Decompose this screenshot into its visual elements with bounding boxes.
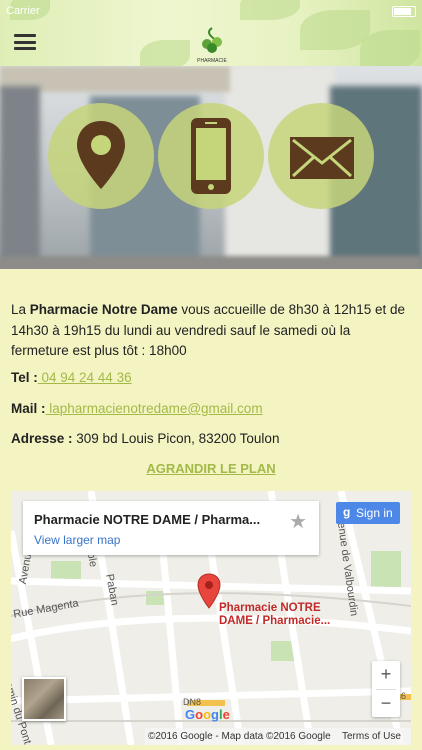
satellite-toggle[interactable]: [22, 677, 66, 721]
mail-button[interactable]: [268, 103, 374, 209]
hero-banner: [0, 66, 422, 269]
battery-icon: [392, 6, 416, 17]
intro-text: La Pharmacie Notre Dame vous accueille d…: [11, 300, 411, 362]
google-signin-icon: g: [343, 505, 351, 519]
sign-in-label: Sign in: [356, 506, 393, 520]
phone-label: Tel :: [11, 370, 38, 385]
leaf-decoration: [140, 40, 190, 66]
menu-icon[interactable]: [14, 34, 36, 50]
sign-in-button[interactable]: g Sign in: [336, 502, 400, 524]
phone-row: Tel : 04 94 24 44 36: [11, 370, 132, 385]
terms-of-use-link[interactable]: Terms of Use: [342, 728, 401, 745]
logo-text: PHARMACIE: [197, 58, 227, 64]
mail-label: Mail :: [11, 401, 46, 416]
enlarge-map-link[interactable]: AGRANDIR LE PLAN: [0, 461, 422, 476]
address-label: Adresse :: [11, 431, 73, 446]
leaf-decoration: [360, 30, 420, 66]
zoom-out-button[interactable]: −: [372, 690, 400, 718]
leaf-decoration: [300, 10, 370, 50]
intro-before: La: [11, 302, 30, 317]
phone-button[interactable]: [158, 103, 264, 209]
google-logo: Google: [185, 707, 230, 722]
leaf-decoration: [240, 0, 300, 20]
zoom-controls: + −: [372, 661, 400, 717]
map-embed[interactable]: Rue Magenta Chemin du Pont de Bois Avenu…: [11, 491, 411, 745]
pin-label-line: DAME / Pharmacie...: [219, 615, 331, 627]
mail-icon: [290, 137, 354, 179]
phone-icon: [191, 118, 231, 194]
status-carrier: Carrier: [6, 5, 40, 17]
zoom-in-button[interactable]: +: [372, 661, 400, 689]
place-card: Pharmacie NOTRE DAME / Pharma... View la…: [23, 501, 319, 555]
pharmacy-name: Pharmacie Notre Dame: [29, 302, 178, 317]
mail-link[interactable]: lapharmacienotredame@gmail.com: [46, 401, 262, 416]
view-larger-map-link[interactable]: View larger map: [34, 533, 120, 547]
star-icon[interactable]: ★: [289, 509, 307, 534]
location-button[interactable]: [48, 103, 154, 209]
address-value: 309 bd Louis Picon, 83200 Toulon: [72, 431, 280, 446]
map-footer: ©2016 Google - Map data ©2016 Google Ter…: [145, 728, 411, 745]
map-attribution: ©2016 Google - Map data ©2016 Google: [148, 731, 331, 742]
pin-label-line: Pharmacie NOTRE: [219, 602, 321, 614]
road-label: DN8: [183, 697, 202, 707]
place-card-title: Pharmacie NOTRE DAME / Pharma...: [34, 512, 261, 527]
map-pin-icon[interactable]: [197, 573, 221, 609]
phone-link[interactable]: 04 94 24 44 36: [38, 370, 132, 385]
location-pin-icon: [77, 121, 125, 189]
pin-label: Pharmacie NOTRE DAME / Pharmacie...: [219, 602, 330, 628]
header: Carrier PHARMACIE: [0, 0, 422, 66]
address-row: Adresse : 309 bd Louis Picon, 83200 Toul…: [11, 431, 279, 446]
mail-row: Mail : lapharmacienotredame@gmail.com: [11, 401, 263, 416]
pharmacy-logo: PHARMACIE: [197, 27, 228, 64]
